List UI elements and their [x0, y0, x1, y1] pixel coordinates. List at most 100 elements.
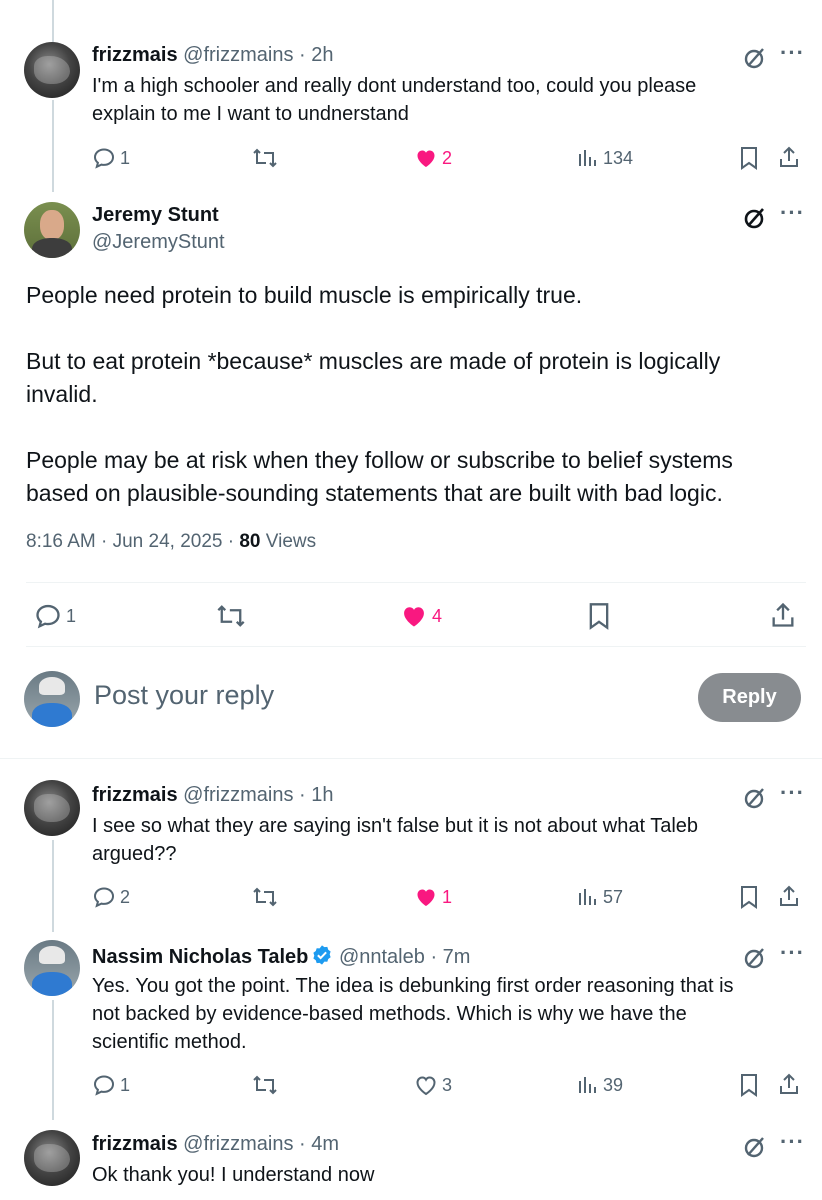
more-icon[interactable]: ··· — [780, 1129, 805, 1155]
grok-icon[interactable] — [743, 46, 767, 75]
share-button[interactable] — [778, 145, 800, 169]
post-text: Yes. You got the point. The idea is debu… — [92, 975, 734, 1053]
share-button[interactable] — [770, 601, 796, 629]
like-button[interactable]: 2 — [414, 146, 452, 170]
verified-badge-icon — [311, 944, 333, 972]
like-button[interactable]: 4 — [400, 602, 442, 630]
reply-icon — [93, 148, 115, 169]
bookmark-icon — [741, 886, 757, 909]
views-button[interactable]: 134 — [577, 146, 633, 170]
retweet-icon — [253, 887, 277, 907]
like-button[interactable]: 1 — [414, 885, 452, 909]
reply-icon — [93, 1075, 115, 1096]
views-count: 80 — [239, 531, 261, 552]
post-time[interactable]: · 1h — [299, 784, 333, 806]
author-handle[interactable]: @nntaleb — [339, 946, 425, 968]
retweet-button[interactable] — [216, 602, 246, 630]
share-icon — [780, 885, 798, 906]
grok-icon[interactable] — [743, 1135, 767, 1164]
post-timestamp[interactable]: 8:16 AM · Jun 24, 2025 · — [26, 531, 239, 552]
retweet-icon — [253, 1075, 277, 1095]
bookmark-icon — [741, 147, 757, 170]
author-name[interactable]: frizzmais — [92, 44, 178, 66]
views-icon — [579, 1077, 596, 1093]
reply-button[interactable]: 1 — [92, 1073, 130, 1097]
retweet-button[interactable] — [252, 146, 278, 170]
like-button[interactable]: 3 — [414, 1073, 452, 1097]
retweet-button[interactable] — [252, 885, 278, 909]
post-header: frizzmais @frizzmains · 1h — [92, 784, 334, 807]
more-icon[interactable]: ··· — [780, 780, 805, 806]
views-button[interactable]: 39 — [577, 1073, 623, 1097]
post-time[interactable]: · 4m — [299, 1133, 339, 1155]
bookmark-button[interactable] — [739, 146, 759, 170]
views-icon — [579, 150, 596, 166]
post-time[interactable]: · 2h — [299, 44, 333, 66]
author-name[interactable]: Jeremy Stunt — [92, 204, 225, 227]
author-handle[interactable]: @frizzmains — [183, 1133, 293, 1155]
post-header: Nassim Nicholas Taleb @nntaleb · 7m — [92, 944, 470, 972]
thread-line — [52, 840, 54, 932]
share-icon — [780, 1073, 798, 1094]
reply-button[interactable]: 2 — [92, 885, 130, 909]
post-text: Ok thank you! I understand now — [92, 1164, 375, 1186]
bookmark-button[interactable] — [587, 602, 611, 630]
heart-icon — [404, 607, 424, 627]
post-text: I'm a high schooler and really dont unde… — [92, 75, 697, 125]
divider — [0, 758, 822, 759]
views-icon — [579, 889, 596, 905]
more-icon[interactable]: ··· — [780, 200, 805, 226]
post-meta: 8:16 AM · Jun 24, 2025 · 80 Views — [26, 531, 316, 553]
reply-icon — [93, 887, 115, 908]
divider — [26, 582, 806, 583]
heart-icon — [417, 889, 435, 906]
post-time[interactable]: · 7m — [430, 946, 470, 968]
more-icon[interactable]: ··· — [780, 40, 805, 66]
reply-icon — [36, 604, 60, 629]
share-icon — [772, 602, 794, 627]
post-header: frizzmais @frizzmains · 2h — [92, 44, 334, 67]
bookmark-icon — [741, 1074, 757, 1097]
thread-page: frizzmais @frizzmains · 2h ··· I'm a hig… — [0, 0, 822, 1200]
bookmark-icon — [589, 603, 609, 630]
author-handle[interactable]: @frizzmains — [183, 44, 293, 66]
author-handle[interactable]: @JeremyStunt — [92, 231, 225, 254]
retweet-icon — [253, 148, 277, 168]
grok-icon[interactable] — [743, 206, 767, 235]
main-post-text: People need protein to build muscle is e… — [26, 282, 733, 506]
thread-line — [52, 0, 54, 48]
author-handle[interactable]: @frizzmains — [183, 784, 293, 806]
post-header: frizzmais @frizzmains · 4m — [92, 1133, 339, 1156]
author-name[interactable]: Nassim Nicholas Taleb — [92, 946, 308, 968]
share-button[interactable] — [778, 884, 800, 908]
reply-submit-button[interactable]: Reply — [698, 673, 801, 722]
avatar[interactable] — [24, 780, 80, 836]
grok-icon[interactable] — [743, 786, 767, 815]
share-button[interactable] — [778, 1072, 800, 1096]
avatar[interactable] — [24, 42, 80, 98]
main-post-author: Jeremy Stunt @JeremyStunt — [92, 204, 225, 254]
bookmark-button[interactable] — [739, 1073, 759, 1097]
avatar[interactable] — [24, 1130, 80, 1186]
heart-icon — [417, 150, 435, 167]
retweet-button[interactable] — [252, 1073, 278, 1097]
author-name[interactable]: frizzmais — [92, 1133, 178, 1155]
share-icon — [780, 146, 798, 167]
avatar[interactable] — [24, 940, 80, 996]
views-label: Views — [260, 531, 317, 552]
composer-avatar — [24, 671, 80, 727]
heart-icon — [416, 1076, 436, 1096]
grok-icon[interactable] — [743, 946, 767, 975]
avatar[interactable] — [24, 202, 80, 258]
reply-button[interactable]: 1 — [34, 602, 76, 630]
more-icon[interactable]: ··· — [780, 940, 805, 966]
retweet-icon — [217, 605, 245, 627]
author-name[interactable]: frizzmais — [92, 784, 178, 806]
bookmark-button[interactable] — [739, 885, 759, 909]
thread-line — [52, 1000, 54, 1120]
reply-button[interactable]: 1 — [92, 146, 130, 170]
post-text: I see so what they are saying isn't fals… — [92, 815, 699, 865]
divider — [26, 646, 806, 647]
views-button[interactable]: 57 — [577, 885, 623, 909]
reply-input[interactable]: Post your reply — [94, 680, 274, 711]
